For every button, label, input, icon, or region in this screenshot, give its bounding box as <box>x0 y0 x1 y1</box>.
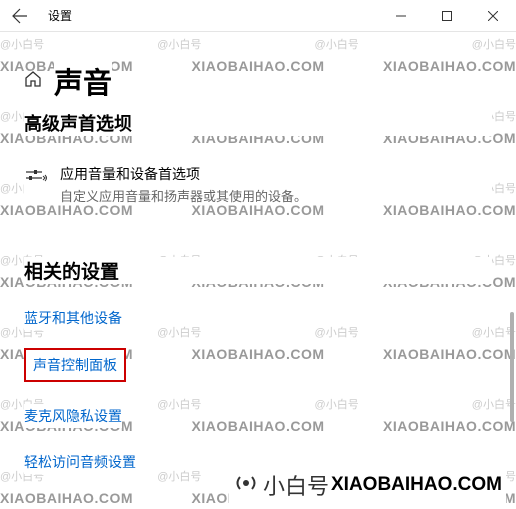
maximize-button[interactable] <box>424 0 470 32</box>
page-title: 声音 <box>54 60 112 102</box>
link-microphone-privacy[interactable]: 麦克风隐私设置 <box>24 404 122 428</box>
link-sound-control-panel[interactable]: 声音控制面板 <box>24 348 126 382</box>
minimize-icon <box>396 11 406 21</box>
minimize-button[interactable] <box>378 0 424 32</box>
section-title-cropped: 高级声首选坝 <box>24 110 492 136</box>
titlebar: 设置 <box>0 0 516 32</box>
setting-desc: 自定义应用音量和扬声器或其使用的设备。 <box>60 186 492 205</box>
scrollbar-thumb[interactable] <box>510 312 514 422</box>
back-button[interactable] <box>0 0 40 32</box>
app-volume-setting[interactable]: 应用音量和设备首选项 自定义应用音量和扬声器或其使用的设备。 <box>24 164 492 205</box>
home-icon[interactable] <box>24 70 42 93</box>
close-icon <box>488 11 498 21</box>
maximize-icon <box>442 11 452 21</box>
brand-en-text: XIAOBAIHAO.COM <box>331 474 502 496</box>
brand-watermark: 小白号 XIAOBAIHAO.COM <box>229 467 506 503</box>
arrow-left-icon <box>12 8 28 24</box>
setting-title: 应用音量和设备首选项 <box>60 164 492 184</box>
window-title: 设置 <box>48 7 72 24</box>
page-header: 声音 <box>24 60 492 102</box>
close-button[interactable] <box>470 0 516 32</box>
brand-cn-text: 小白号 <box>263 469 329 501</box>
link-ease-of-access-audio[interactable]: 轻松访问音频设置 <box>24 450 136 474</box>
link-bluetooth-devices[interactable]: 蓝牙和其他设备 <box>24 306 122 330</box>
window-controls <box>378 0 516 32</box>
sliders-icon <box>24 166 60 205</box>
related-settings-header: 相关的设置 <box>24 257 492 284</box>
broadcast-icon <box>233 470 259 501</box>
